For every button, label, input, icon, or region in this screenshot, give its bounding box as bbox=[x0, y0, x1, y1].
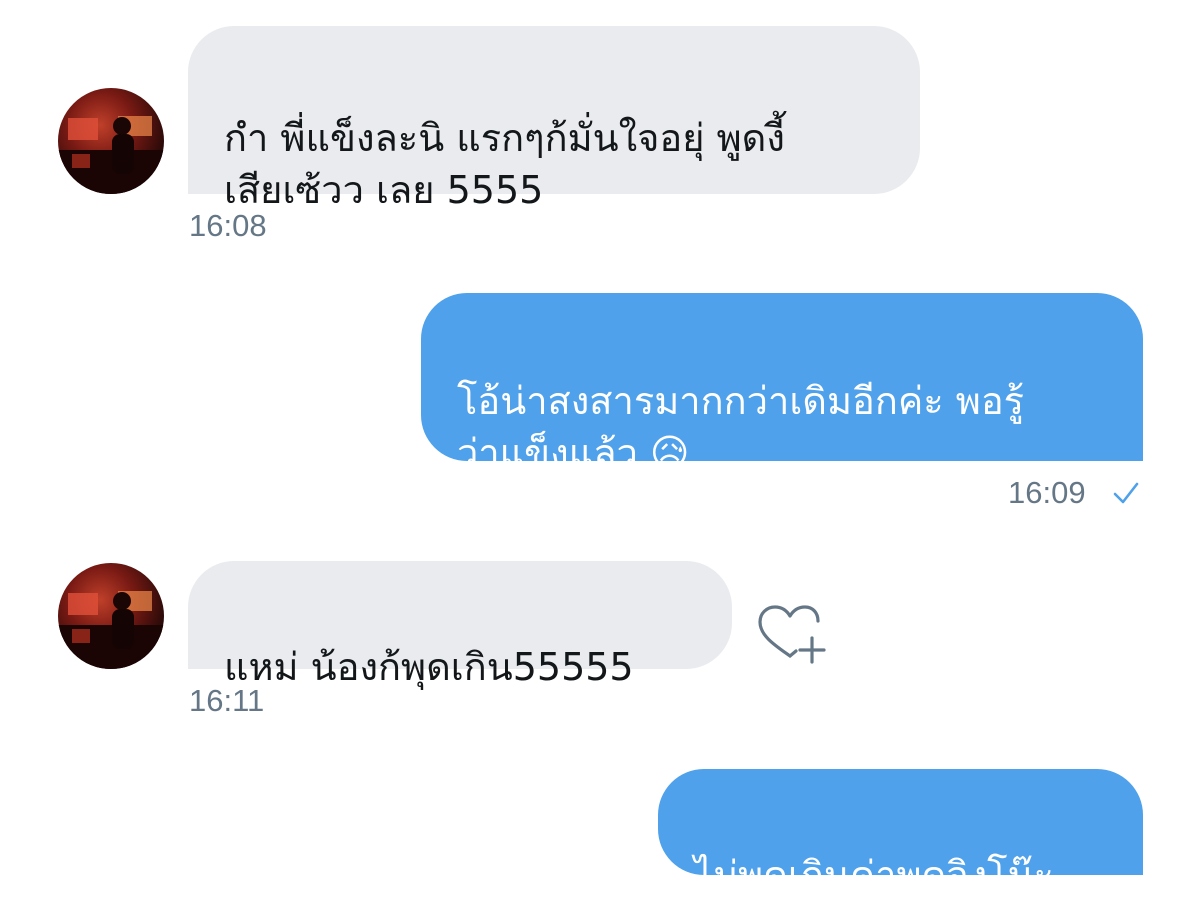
message-timestamp: 16:09 bbox=[1008, 475, 1086, 510]
sender-avatar[interactable] bbox=[58, 563, 164, 669]
message-text: กำ พี่แข็งละนิ แรกๆก้มั่นใจอยุ่ พูดงี้ เ… bbox=[224, 116, 785, 212]
message-bubble-outgoing[interactable]: ไม่พูดเกินค่าพูดจิงโน๊ะ bbox=[658, 769, 1143, 897]
message-bubble-incoming[interactable]: แหม่ น้องก้พุดเกิน55555 bbox=[188, 561, 732, 689]
check-icon bbox=[1113, 482, 1139, 504]
message-bubble-incoming[interactable]: กำ พี่แข็งละนิ แรกๆก้มั่นใจอยุ่ พูดงี้ เ… bbox=[188, 26, 920, 212]
message-timestamp: 16:11 bbox=[189, 683, 265, 718]
message-text: โอ้น่าสงสารมากกว่าเดิมอีกค่ะ พอรู้ ว่าแข… bbox=[457, 379, 1025, 475]
avatar-image bbox=[58, 591, 164, 669]
message-text: ไม่พูดเกินค่าพูดจิงโน๊ะ bbox=[694, 853, 1054, 897]
avatar-image bbox=[58, 116, 164, 194]
heart-plus-icon[interactable] bbox=[756, 604, 828, 666]
message-bubble-outgoing[interactable]: โอ้น่าสงสารมากกว่าเดิมอีกค่ะ พอรู้ ว่าแข… bbox=[421, 293, 1143, 475]
message-text: แหม่ น้องก้พุดเกิน55555 bbox=[224, 645, 634, 689]
sender-avatar[interactable] bbox=[58, 88, 164, 194]
message-timestamp: 16:08 bbox=[189, 208, 267, 243]
